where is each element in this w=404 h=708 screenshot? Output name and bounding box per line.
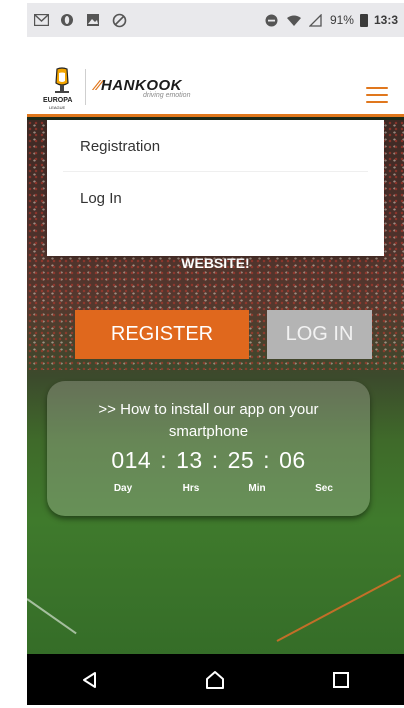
gallery-icon [85, 12, 101, 28]
phone-screen: 91% 13:3 EUROPA LEAGUE ⁄⁄HANKOOK driving… [27, 3, 404, 705]
wifi-icon [286, 12, 302, 28]
europa-league-logo[interactable]: EUROPA LEAGUE [43, 67, 79, 115]
login-button[interactable]: LOG IN [267, 310, 372, 359]
battery-text: 91% [329, 13, 354, 27]
day-label: Day [113, 483, 133, 494]
hankook-logo[interactable]: ⁄⁄HANKOOK driving emotion [95, 77, 190, 99]
logo-divider [85, 69, 86, 105]
hero-heading: WEBSITE! [181, 255, 250, 271]
countdown-hours: 13 [176, 447, 203, 473]
countdown-minutes: 25 [227, 447, 255, 473]
nav-dropdown: Registration Log In [47, 120, 384, 256]
menu-item-registration[interactable]: Registration [63, 120, 368, 172]
brand-tagline: driving emotion [143, 92, 191, 99]
pitch-line [27, 598, 77, 635]
menu-icon[interactable] [366, 87, 388, 103]
gmail-icon [33, 12, 49, 28]
app-header: EUROPA LEAGUE ⁄⁄HANKOOK driving emotion [27, 37, 404, 117]
android-nav-bar [27, 654, 404, 705]
timer-separator: : [160, 447, 168, 473]
signal-icon [308, 12, 324, 28]
league-name-line2: LEAGUE [49, 105, 66, 110]
back-icon[interactable] [70, 660, 110, 700]
dnd-icon [264, 12, 280, 28]
countdown-days: 014 [111, 447, 152, 473]
timer-separator: : [211, 447, 219, 473]
sec-label: Sec [315, 483, 333, 494]
home-icon[interactable] [195, 660, 235, 700]
battery-icon [359, 13, 368, 27]
timer-separator: : [263, 447, 271, 473]
countdown-seconds: 06 [279, 447, 306, 473]
vpn-icon [111, 12, 127, 28]
recents-icon[interactable] [321, 660, 361, 700]
countdown-timer: 014 : 13 : 25 : 06 [47, 447, 370, 474]
clock: 13:3 [373, 13, 398, 27]
install-app-link[interactable]: >> How to install our app on your smartp… [47, 399, 370, 443]
register-button[interactable]: REGISTER [75, 310, 249, 359]
countdown-card: >> How to install our app on your smartp… [47, 381, 370, 516]
league-name-line1: EUROPA [43, 97, 73, 104]
menu-item-login[interactable]: Log In [63, 172, 368, 224]
status-bar: 91% 13:3 [27, 3, 404, 37]
hrs-label: Hrs [182, 483, 200, 494]
pitch-line [276, 574, 402, 642]
min-label: Min [248, 483, 266, 494]
opera-icon [59, 12, 75, 28]
